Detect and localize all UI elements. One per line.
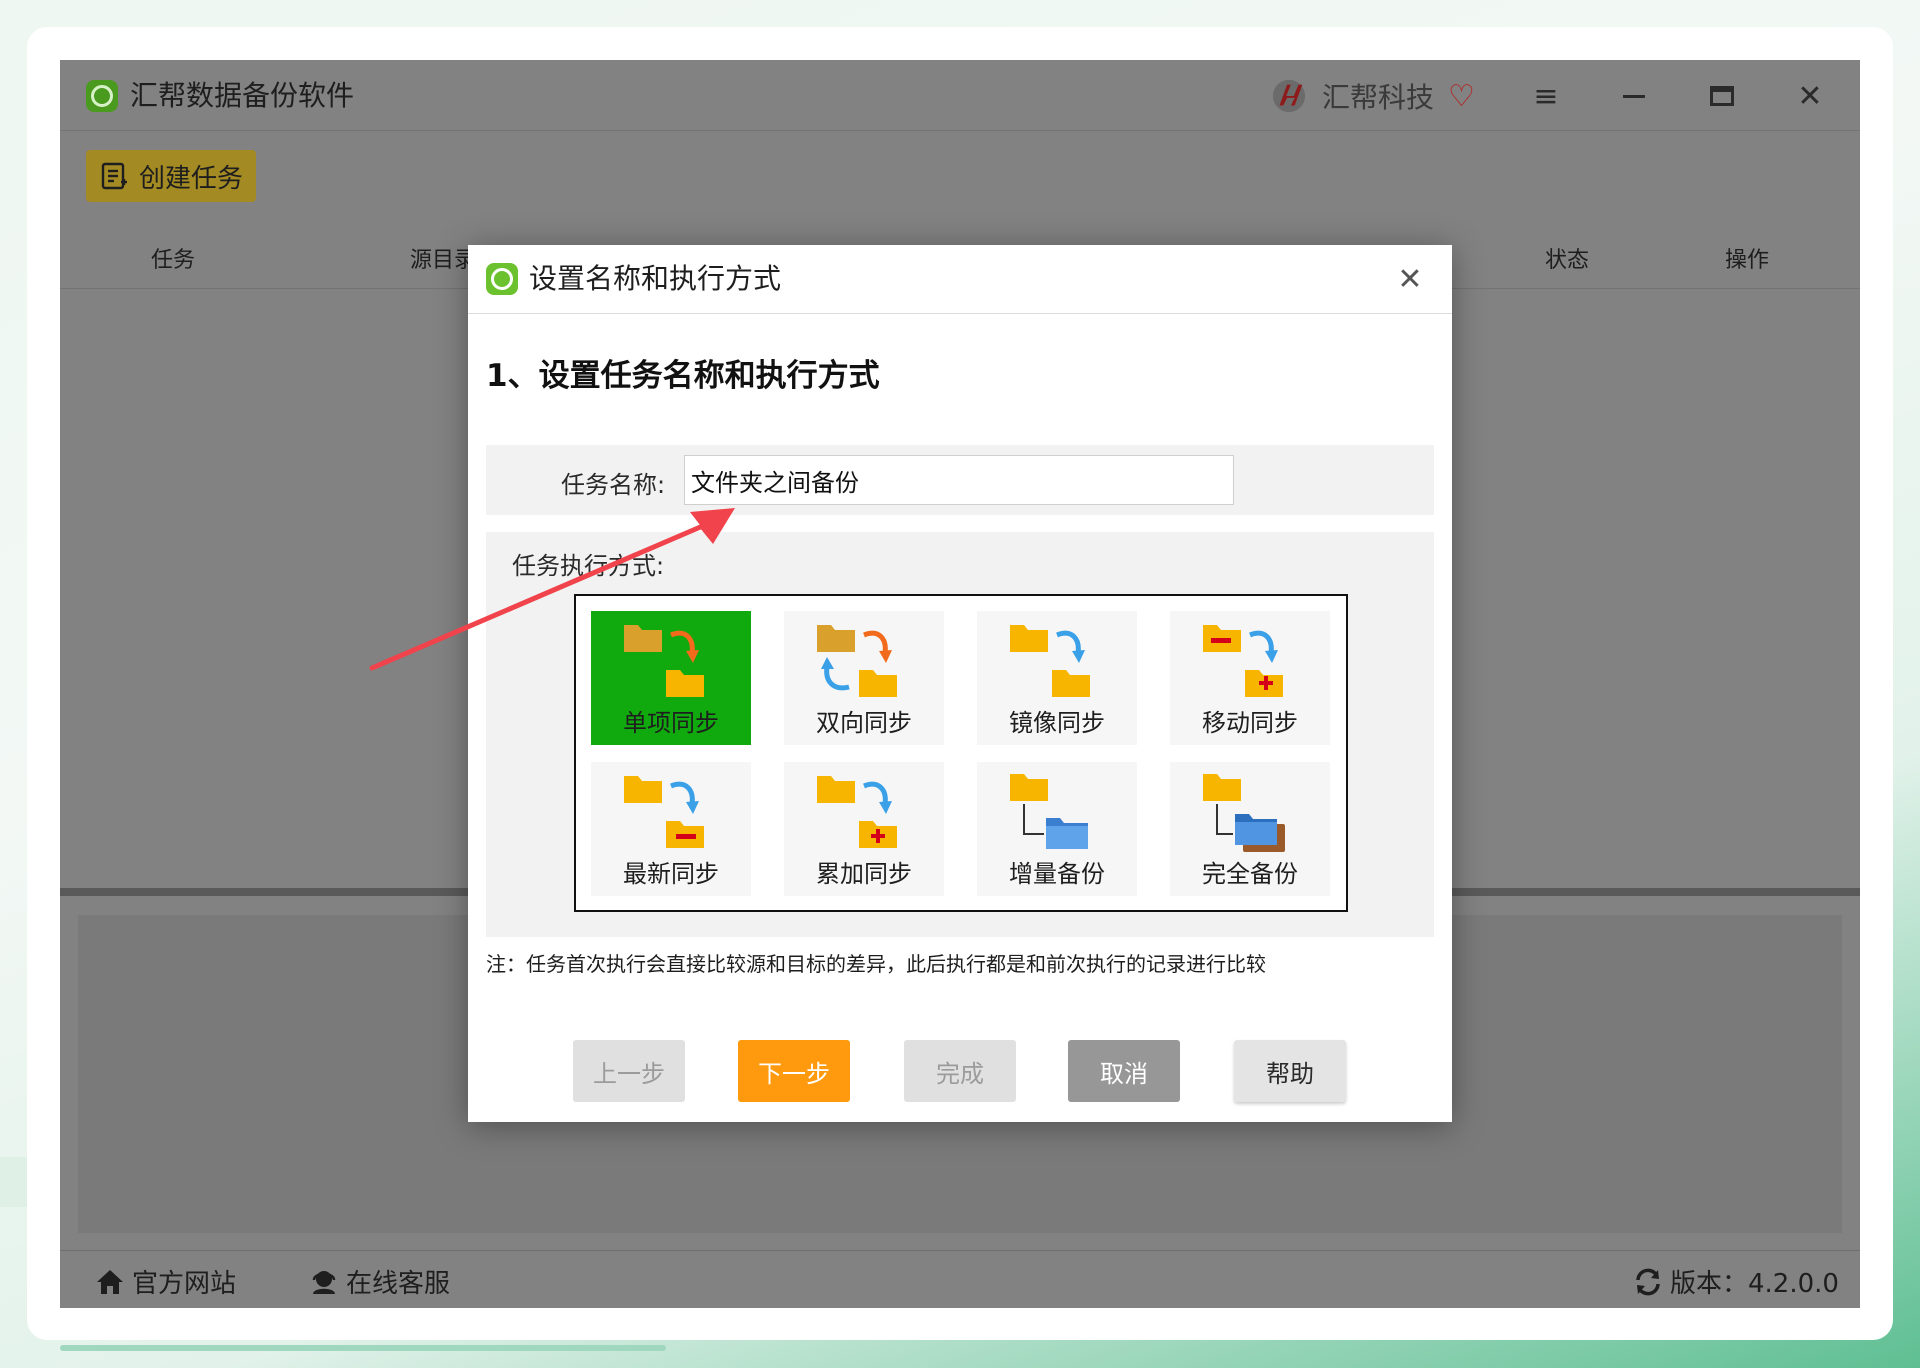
background-decoration-strip [60,1345,666,1351]
incremental-backup-icon [1010,774,1088,849]
latest-sync-icon [624,776,704,848]
create-task-label: 创建任务 [138,163,243,194]
mode-full-backup[interactable]: 完全备份 [1170,762,1330,896]
execution-note: 注：任务首次执行会直接比较源和目标的差异，此后执行都是和前次执行的记录进行比较 [486,952,1266,976]
title-bar: 汇帮数据备份软件 汇帮科技 ♡ ≡ ✕ [60,60,1860,130]
dialog-title: 设置名称和执行方式 [529,262,782,295]
close-button[interactable]: ✕ [1790,76,1830,116]
mode-incremental-backup[interactable]: 增量备份 [977,762,1137,896]
mirror-sync-icon [1010,625,1090,697]
mode-one-way-sync[interactable]: 单项同步 [591,611,751,745]
online-service-link[interactable]: 在线客服 [308,1263,450,1300]
mode-two-way-sync[interactable]: 双向同步 [784,611,944,745]
official-site-label: 官方网站 [132,1269,237,1299]
task-setup-dialog: 设置名称和执行方式 ✕ 1、设置任务名称和执行方式 任务名称: 任务执行方式: … [468,245,1452,1122]
minimize-button[interactable] [1614,76,1654,116]
dialog-close-icon[interactable]: ✕ [1390,259,1430,299]
mode-latest-sync[interactable]: 最新同步 [591,762,751,896]
create-task-button[interactable]: 创建任务 [86,150,256,202]
finish-button[interactable]: 完成 [904,1040,1016,1102]
version-label: 版本：4.2.0.0 [1670,1269,1839,1299]
status-bar: 官方网站 在线客服 版本：4.2.0.0 [60,1250,1860,1308]
mode-cumulative-sync[interactable]: 累加同步 [784,762,944,896]
official-site-link[interactable]: 官方网站 [94,1263,236,1300]
execution-mode-panel: 任务执行方式: 单项同步 双向同步 镜像同步 移动同步 最新同步 累加同步 增量… [486,532,1434,937]
column-header-status: 状态 [1545,248,1590,273]
maximize-button[interactable] [1702,76,1742,116]
menu-icon[interactable]: ≡ [1526,76,1566,116]
mode-mirror-sync[interactable]: 镜像同步 [977,611,1137,745]
mode-label-text: 增量备份 [1009,860,1105,888]
mode-label-text: 单项同步 [623,709,719,737]
brand-name: 汇帮科技 [1322,81,1435,114]
dialog-title-bar: 设置名称和执行方式 ✕ [468,245,1452,314]
task-list-icon [101,162,127,190]
next-step-button[interactable]: 下一步 [738,1040,850,1102]
column-header-source: 源目录 [410,248,477,273]
column-header-operations: 操作 [1725,248,1770,273]
version-info[interactable]: 版本：4.2.0.0 [1632,1263,1839,1300]
mode-label-text: 最新同步 [623,860,719,888]
brand: 汇帮科技 ♡ [1270,74,1475,118]
mode-label-text: 完全备份 [1202,860,1298,888]
help-button[interactable]: 帮助 [1234,1040,1346,1102]
maximize-icon [1710,86,1734,106]
background-decoration [0,1157,27,1207]
customer-service-icon [312,1270,336,1294]
mode-label-text: 镜像同步 [1009,709,1105,737]
cumulative-sync-icon [817,776,897,848]
online-service-label: 在线客服 [346,1269,451,1299]
divider [60,130,1860,131]
brand-logo-icon [1272,79,1306,113]
mode-label-text: 累加同步 [816,860,912,888]
home-icon [97,1269,123,1294]
heart-icon[interactable]: ♡ [1448,79,1475,114]
column-header-task: 任务 [151,248,196,273]
one-way-sync-icon [624,625,704,697]
app-logo-icon [86,80,118,112]
task-name-label: 任务名称: [561,471,666,499]
task-name-row: 任务名称: [486,445,1434,515]
mode-move-sync[interactable]: 移动同步 [1170,611,1330,745]
cancel-button[interactable]: 取消 [1068,1040,1180,1102]
mode-label-text: 双向同步 [816,709,912,737]
mode-label-text: 移动同步 [1202,709,1298,737]
execution-mode-label: 任务执行方式: [512,552,665,580]
task-name-input[interactable] [684,455,1234,505]
dialog-logo-icon [486,263,518,295]
refresh-icon [1636,1268,1660,1295]
mode-grid: 单项同步 双向同步 镜像同步 移动同步 最新同步 累加同步 增量备份 完全备份 [574,594,1348,912]
app-title: 汇帮数据备份软件 [130,79,355,112]
full-backup-icon [1203,774,1285,852]
move-sync-icon [1203,625,1283,697]
previous-step-button[interactable]: 上一步 [573,1040,685,1102]
step-heading: 1、设置任务名称和执行方式 [486,358,880,394]
minimize-icon [1623,94,1645,98]
two-way-sync-icon [817,625,897,697]
